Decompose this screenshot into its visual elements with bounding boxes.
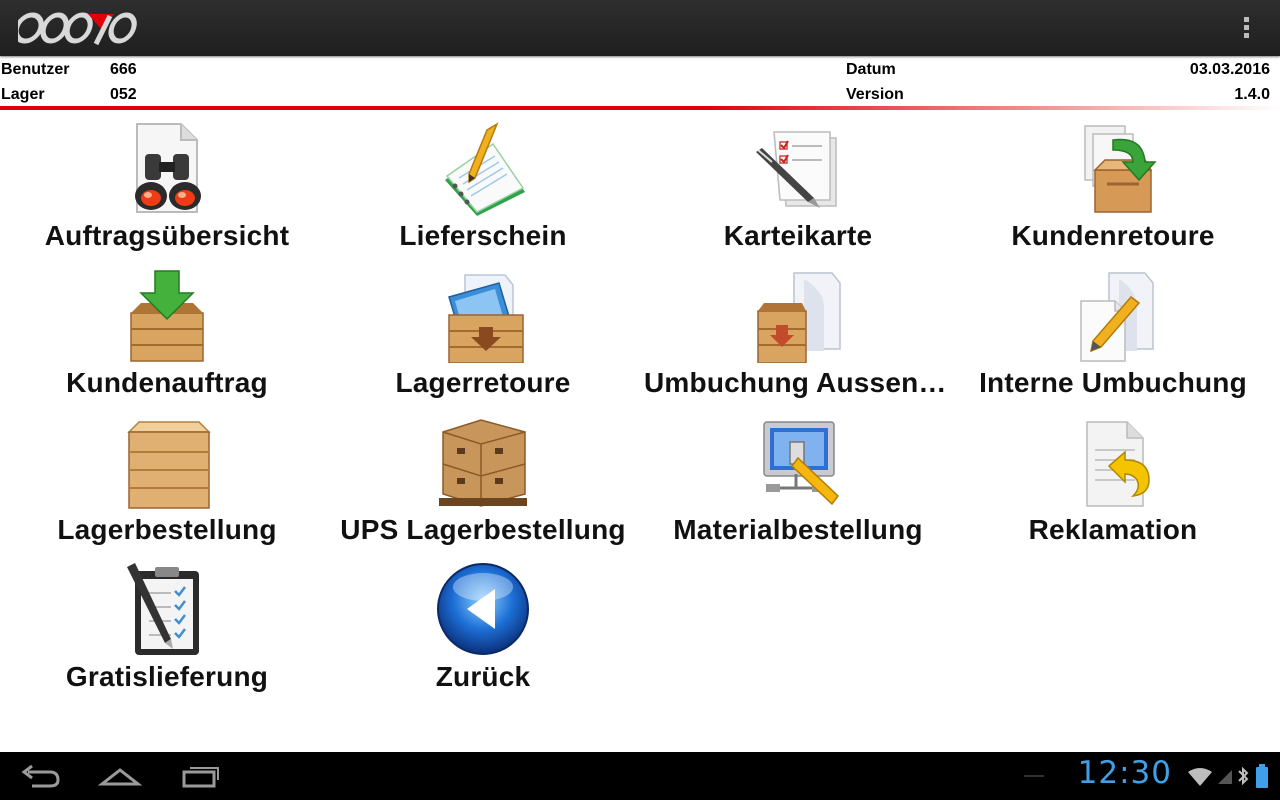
system-nav-bar: 12:30 xyxy=(0,752,1280,800)
cosyo-logo xyxy=(18,12,137,46)
menu-item-label: Auftragsübersicht xyxy=(44,220,290,251)
menu-item-lagerbestellung[interactable]: Lagerbestellung xyxy=(9,406,325,553)
crate-documents-icon xyxy=(757,272,841,363)
menu-item-karteikarte[interactable]: Karteikarte xyxy=(640,112,956,259)
menu-item-label: Lagerbestellung xyxy=(57,514,277,545)
home-nav-icon[interactable] xyxy=(90,760,150,792)
info-panel: Benutzer 666 Lager 052 Datum 03.03.2016 … xyxy=(0,58,1280,108)
menu-item-label: Umbuchung Aussenl… xyxy=(644,367,952,398)
back-arrow-icon xyxy=(437,563,529,655)
menu-item-label: Zurück xyxy=(435,661,531,692)
date-value: 03.03.2016 xyxy=(1189,61,1270,78)
checklist-pen-icon xyxy=(756,131,837,208)
version-label: Version xyxy=(846,86,904,103)
menu-item-lieferschein[interactable]: Lieferschein xyxy=(325,112,641,259)
notebook-pencil-icon xyxy=(445,122,525,216)
signal-icon xyxy=(1218,770,1232,784)
menu-item-label: Lagerretoure xyxy=(395,367,571,398)
user-value: 666 xyxy=(110,61,137,78)
documents-pencil-icon xyxy=(1080,272,1154,362)
menu-item-reklamation[interactable]: Reklamation xyxy=(955,406,1271,553)
clipboard-checklist-icon xyxy=(127,563,199,655)
menu-item-label: Materialbestellung xyxy=(673,514,923,545)
box-return-arrow-icon xyxy=(1084,125,1157,213)
menu-grid: Auftragsübersicht Lieferschein Karteikar… xyxy=(0,112,1280,748)
menu-item-interne-umbuchung[interactable]: Interne Umbuchung xyxy=(955,259,1271,406)
menu-item-label: Lieferschein xyxy=(399,220,567,251)
menu-item-zurueck[interactable]: Zurück xyxy=(325,553,641,700)
menu-item-kundenretoure[interactable]: Kundenretoure xyxy=(955,112,1271,259)
menu-item-ups-lagerbestellung[interactable]: UPS Lagerbestellung xyxy=(325,406,641,553)
wifi-icon xyxy=(1188,768,1212,786)
menu-item-label: Interne Umbuchung xyxy=(979,367,1247,398)
box-down-arrow-icon xyxy=(130,270,204,362)
menu-item-label: Kundenauftrag xyxy=(66,367,268,398)
store-label: Lager xyxy=(1,86,45,103)
menu-item-label: Kundenretoure xyxy=(1011,220,1215,251)
pallet-boxes-icon xyxy=(439,419,527,507)
notification-dash xyxy=(1024,775,1044,777)
store-value: 052 xyxy=(110,86,137,103)
menu-item-auftragsuebersicht[interactable]: Auftragsübersicht xyxy=(9,112,325,259)
menu-item-gratislieferung[interactable]: Gratislieferung xyxy=(9,553,325,700)
bluetooth-icon xyxy=(1238,766,1249,786)
menu-item-label: Reklamation xyxy=(1028,514,1198,545)
menu-item-umbuchung-aussenlager[interactable]: Umbuchung Aussenl… xyxy=(640,259,956,406)
menu-item-label: Gratislieferung xyxy=(65,661,269,692)
menu-item-label: Karteikarte xyxy=(723,220,873,251)
recent-apps-nav-icon[interactable] xyxy=(170,760,230,792)
menu-item-materialbestellung[interactable]: Materialbestellung xyxy=(640,406,956,553)
document-return-icon xyxy=(1086,421,1150,507)
status-clock: 12:30 xyxy=(1077,755,1172,791)
accent-divider xyxy=(0,106,1280,110)
user-label: Benutzer xyxy=(1,61,70,78)
crate-folder-icon xyxy=(448,274,524,363)
back-nav-icon[interactable] xyxy=(10,760,70,792)
menu-item-kundenauftrag[interactable]: Kundenauftrag xyxy=(9,259,325,406)
menu-item-label: UPS Lagerbestellung xyxy=(340,514,626,545)
date-label: Datum xyxy=(846,61,896,78)
wooden-crate-icon xyxy=(127,421,211,509)
app-bar xyxy=(0,0,1280,56)
version-value: 1.4.0 xyxy=(1234,86,1270,103)
battery-icon xyxy=(1256,764,1268,788)
monitor-wrench-icon xyxy=(763,421,840,506)
menu-item-lagerretoure[interactable]: Lagerretoure xyxy=(325,259,641,406)
binoculars-document-icon xyxy=(135,123,201,213)
overflow-menu-icon[interactable] xyxy=(1234,14,1258,42)
